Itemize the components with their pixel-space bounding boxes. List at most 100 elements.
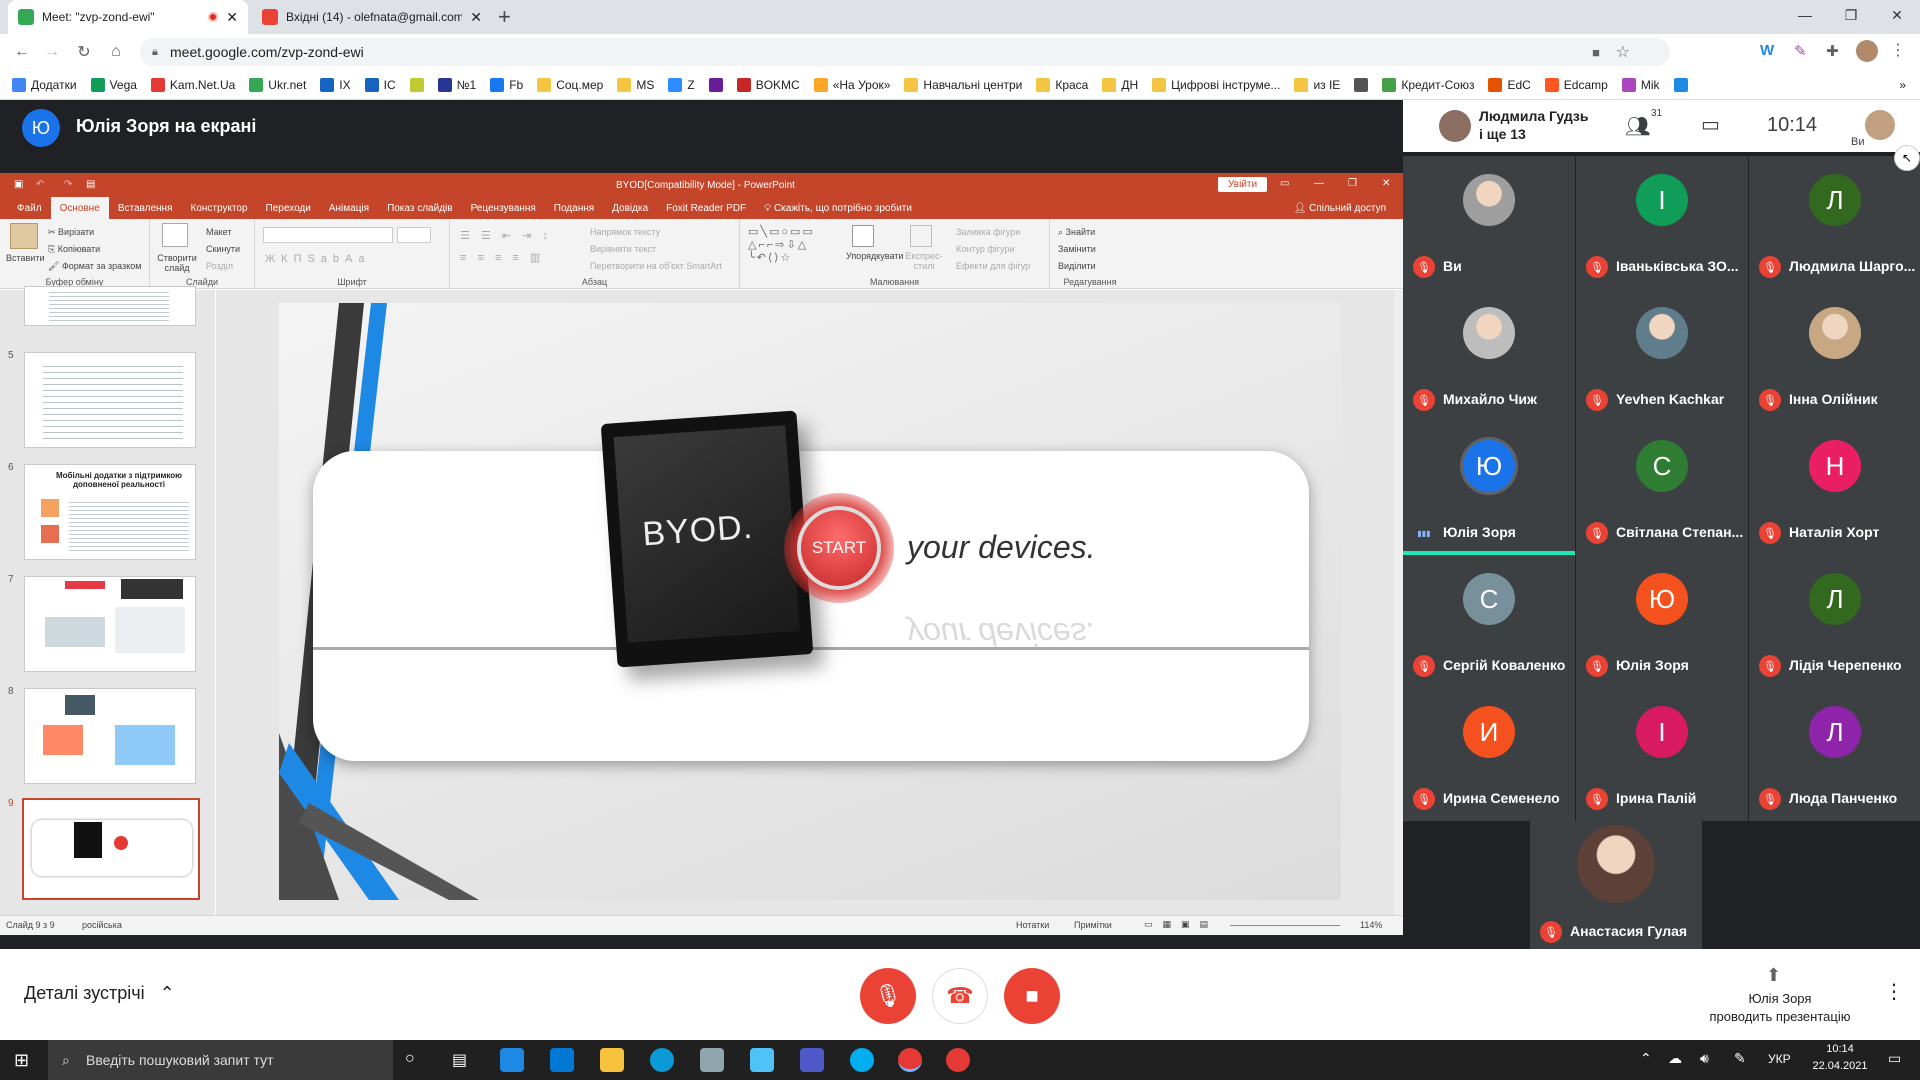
bookmark-item[interactable]: Кредит-Союз (1382, 77, 1474, 92)
camera-icon[interactable]: ■ (1592, 45, 1600, 60)
shape-fill-button[interactable]: Заливка фігури (956, 227, 1020, 237)
ribbon-tab[interactable]: Основне (50, 197, 109, 219)
bookmark-item[interactable]: BOKMC (736, 77, 800, 92)
smartart-button[interactable]: Перетворити на об'єкт SmartArt (590, 261, 722, 271)
arrange-icon[interactable] (852, 225, 874, 247)
font-size-field[interactable] (397, 227, 431, 243)
bookmark-item[interactable]: Соц.мер (537, 77, 603, 92)
mic-off-button[interactable]: 🎙︎ (860, 968, 916, 1024)
shapes-gallery[interactable]: ▭╲▭○▭▭ △⌐⌐⇨⇩△ ╰↶⟨⟩☆ (748, 225, 844, 267)
close-tab-icon[interactable]: ✕ (470, 9, 482, 26)
participant-tile[interactable]: 🎙︎ Інна Олійник (1749, 289, 1920, 422)
slide-thumbnail-4[interactable] (24, 286, 196, 326)
comments-button[interactable]: Примітки (1074, 920, 1112, 930)
teams-icon[interactable] (800, 1048, 824, 1072)
bookmark-item[interactable] (409, 77, 424, 92)
participant-tile[interactable]: С 🎙︎ Світлана Степан... (1576, 422, 1748, 555)
save-icon[interactable]: ▣ (14, 179, 23, 190)
app-icon[interactable] (700, 1048, 724, 1072)
shape-outline-button[interactable]: Контур фігури (956, 244, 1014, 254)
ribbon-tab[interactable]: Переходи (257, 197, 320, 219)
ribbon-options-icon[interactable]: ▭ (1280, 178, 1289, 189)
ribbon-tab[interactable]: Конструктор (182, 197, 257, 219)
current-slide[interactable]: BYOD. START your devices. your devices. (279, 303, 1341, 900)
quick-styles-icon[interactable] (910, 225, 932, 247)
copy-button[interactable]: ⎘ Копіювати (48, 244, 100, 255)
participant-tile[interactable]: І 🎙︎ Ірина Палій (1576, 688, 1748, 821)
bookmark-item[interactable]: Краса (1036, 77, 1088, 92)
ribbon-tab[interactable]: Вставлення (109, 197, 182, 219)
bookmark-item[interactable] (708, 77, 723, 92)
bookmark-item[interactable]: ДН (1102, 77, 1138, 92)
share-button[interactable]: 👤︎ Спільний доступ (1285, 197, 1395, 219)
bookmark-item[interactable]: EdC (1488, 77, 1531, 92)
close-tab-icon[interactable]: ✕ (226, 9, 238, 26)
restore-icon[interactable]: ❐ (1828, 0, 1874, 30)
select-button[interactable]: Виділити (1058, 261, 1096, 271)
participant-tile[interactable]: Ю ▮▮▮ Юлія Зоря (1403, 422, 1575, 555)
new-tab-button[interactable]: + (498, 4, 511, 30)
reset-button[interactable]: Скинути (206, 244, 240, 254)
back-icon[interactable]: ← (10, 40, 34, 64)
bookmark-item[interactable]: Edcamp (1544, 77, 1608, 92)
participant-tile[interactable]: Л 🎙︎ Лідія Черепенко (1749, 555, 1920, 688)
chat-icon[interactable]: ▭ (1701, 112, 1720, 137)
windows-start-icon[interactable]: ⊞ (14, 1050, 29, 1071)
tab-gmail[interactable]: Вхідні (14) - olefnata@gmail.com ✕ (252, 0, 492, 34)
bookmark-item[interactable]: Навчальні центри (904, 77, 1022, 92)
ribbon-tab[interactable]: Файл (8, 197, 51, 219)
bookmark-item[interactable] (1354, 77, 1369, 92)
home-icon[interactable]: ⌂ (104, 40, 128, 64)
align-buttons[interactable]: ≡ ≡ ≡ ≡ ▥ (460, 251, 544, 264)
notifications-icon[interactable]: ▭ (1888, 1050, 1901, 1067)
bookmark-item[interactable] (1673, 77, 1688, 92)
bookmark-item[interactable]: Mik (1621, 77, 1660, 92)
bookmark-item[interactable]: №1 (437, 77, 476, 92)
ribbon-tab[interactable]: Анімація (320, 197, 378, 219)
paste-button[interactable]: Вставити (6, 253, 45, 263)
camera-off-button[interactable]: ■ (1004, 968, 1060, 1024)
list-buttons[interactable]: ☰ ☰ ⇤ ⇥ ↕ (460, 229, 552, 242)
participant-tile[interactable]: С 🎙︎ Сергій Коваленко (1403, 555, 1575, 688)
participant-tile[interactable]: 🎙︎ Михайло Чиж (1403, 289, 1575, 422)
bookmark-item[interactable]: Fb (490, 77, 523, 92)
layout-button[interactable]: Макет (206, 227, 231, 237)
ribbon-tab[interactable]: Довідка (603, 197, 657, 219)
clock-time[interactable]: 10:14 (1810, 1043, 1870, 1055)
bookmark-item[interactable]: Z (668, 77, 695, 92)
close-window-icon[interactable]: ✕ (1874, 0, 1920, 30)
cortana-icon[interactable]: ○ (405, 1050, 415, 1068)
pen-icon[interactable]: ✎ (1734, 1050, 1746, 1067)
extension-pen-icon[interactable]: ✎ (1794, 42, 1807, 60)
undo-icon[interactable]: ↶ (36, 179, 44, 190)
menu-icon[interactable]: ⋮ (1890, 40, 1906, 60)
bookmark-item[interactable]: Kam.Net.Ua (150, 77, 235, 92)
store-icon[interactable] (500, 1048, 524, 1072)
meeting-details-button[interactable]: Деталі зустрічі ⌃ (24, 983, 175, 1004)
people-icon[interactable]: 👥︎ (1625, 114, 1650, 139)
tell-me-search[interactable]: 💡︎ Скажіть, що потрібно зробити (755, 197, 921, 219)
slide-thumbnail-9[interactable] (22, 798, 200, 900)
bookmark-item[interactable]: Додатки (12, 77, 77, 92)
bookmark-item[interactable]: Vega (90, 77, 137, 92)
ribbon-tab[interactable]: Подання (545, 197, 603, 219)
participant-tile[interactable]: Н 🎙︎ Наталія Хорт (1749, 422, 1920, 555)
clock-date[interactable]: 22.04.2021 (1804, 1060, 1876, 1072)
language[interactable]: російська (82, 920, 122, 930)
text-direction-button[interactable]: Напрямок тексту (590, 227, 660, 237)
new-slide-button[interactable]: Створити слайд (154, 253, 200, 273)
participant-tile[interactable]: 🎙︎ Анастасия Гулая (1530, 821, 1702, 954)
participant-tile[interactable]: Ю 🎙︎ Юлія Зоря (1576, 555, 1748, 688)
arrange-button[interactable]: Упорядкувати (846, 251, 903, 261)
font-name-field[interactable] (263, 227, 393, 243)
edge-icon[interactable] (650, 1048, 674, 1072)
onedrive-icon[interactable]: ☁ (1668, 1050, 1682, 1067)
chrome-profile-icon[interactable] (946, 1048, 970, 1072)
bookmark-item[interactable]: Цифрові інструме... (1152, 77, 1280, 92)
slide-thumbnails-pane[interactable]: 5 6 Мобільні додатки з підтримкою доповн… (0, 286, 215, 915)
find-button[interactable]: ⌕ Знайти (1058, 227, 1095, 238)
slide-scrollbar[interactable] (1394, 290, 1403, 915)
cursor-icon[interactable]: ↖ (1894, 145, 1920, 171)
sign-in-button[interactable]: Увійти (1218, 177, 1268, 192)
leave-call-button[interactable]: ☎︎ (932, 968, 988, 1024)
